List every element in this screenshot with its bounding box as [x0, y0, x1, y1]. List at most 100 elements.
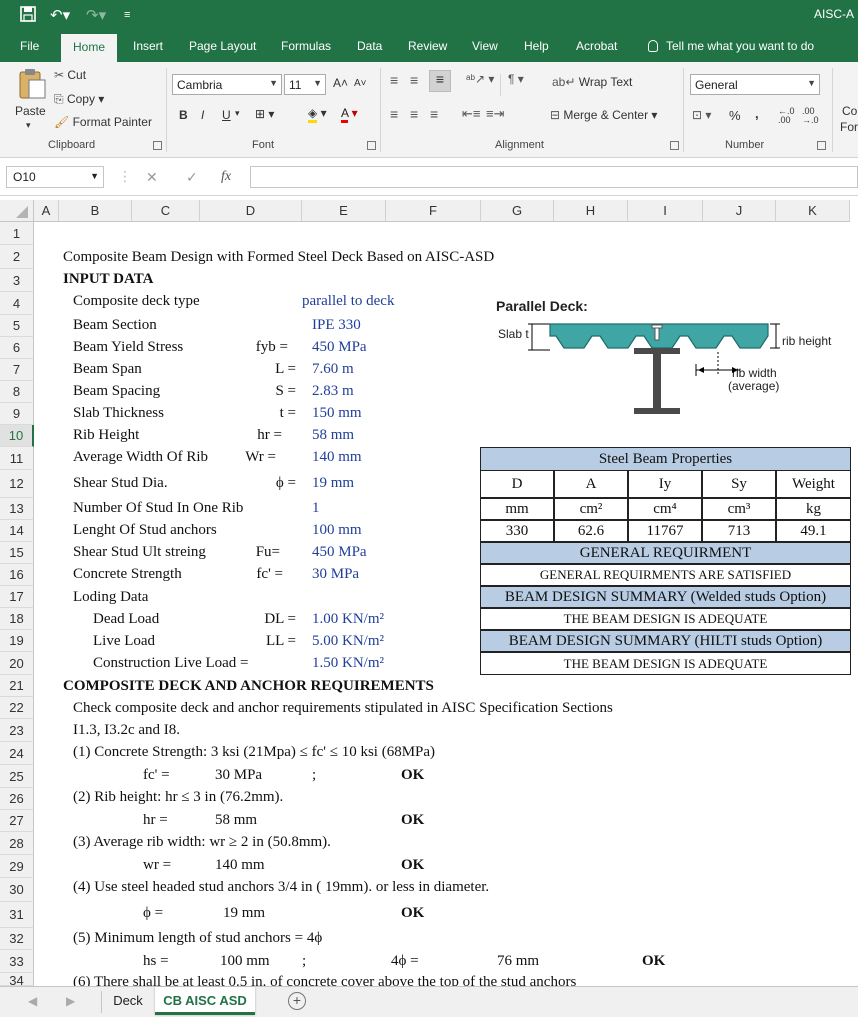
input-value[interactable]: 58 mm: [312, 427, 354, 444]
property-header[interactable]: Sy: [702, 470, 776, 498]
font-name-select[interactable]: Cambria ▼: [172, 74, 282, 95]
requirement-2[interactable]: (2) Rib height: hr ≤ 3 in (76.2mm).: [73, 789, 283, 806]
input-label[interactable]: Beam Section: [73, 317, 157, 334]
property-value[interactable]: 11767: [628, 520, 702, 542]
tell-me-search[interactable]: Tell me what you want to do: [648, 39, 814, 53]
input-value[interactable]: IPE 330: [312, 317, 361, 334]
conditional-formatting-label[interactable]: Co: [842, 104, 857, 118]
row-header-28[interactable]: 28: [0, 832, 34, 855]
sheet-title[interactable]: Composite Beam Design with Formed Steel …: [63, 249, 494, 266]
req3-status[interactable]: OK: [401, 857, 424, 874]
req3-symbol[interactable]: wr =: [143, 857, 171, 874]
row-header-19[interactable]: 19: [0, 630, 34, 652]
align-middle-icon[interactable]: ≡: [410, 72, 418, 88]
align-left-icon[interactable]: ≡: [390, 106, 398, 122]
row-header-23[interactable]: 23: [0, 719, 34, 742]
req5-symbol[interactable]: hs =: [143, 953, 169, 970]
insert-function-icon[interactable]: fx: [221, 169, 231, 185]
row-header-5[interactable]: 5: [0, 315, 34, 337]
input-label[interactable]: Lenght Of Stud anchors: [73, 522, 217, 539]
row-header-9[interactable]: 9: [0, 403, 34, 425]
input-value[interactable]: 150 mm: [312, 405, 362, 422]
tab-data[interactable]: Data: [357, 39, 382, 53]
req4-symbol[interactable]: ϕ =: [143, 905, 163, 922]
input-value[interactable]: 450 MPa: [312, 544, 367, 561]
row-header-20[interactable]: 20: [0, 652, 34, 675]
welded-summary-title[interactable]: BEAM DESIGN SUMMARY (Welded studs Option…: [480, 586, 851, 608]
req1-separator[interactable]: ;: [312, 767, 316, 784]
row-header-25[interactable]: 25: [0, 765, 34, 788]
column-header-j[interactable]: J: [703, 200, 776, 222]
text-direction-icon[interactable]: ¶ ▾: [508, 72, 524, 86]
check-text-line2[interactable]: I1.3, I3.2c and I8.: [73, 722, 180, 739]
input-label[interactable]: Shear Stud Dia.: [73, 475, 168, 492]
font-color-icon[interactable]: A ▾: [341, 106, 358, 123]
copy-button[interactable]: ⎘ Copy ▾: [54, 92, 104, 107]
customize-toolbar-icon[interactable]: ≡: [124, 9, 130, 21]
input-value[interactable]: 19 mm: [312, 475, 354, 492]
requirement-4[interactable]: (4) Use steel headed stud anchors 3/4 in…: [73, 879, 489, 896]
load-value[interactable]: 1.50 KN/m²: [312, 655, 384, 672]
decrease-decimal-icon[interactable]: .00 →.0: [802, 107, 819, 125]
welded-summary-status[interactable]: THE BEAM DESIGN IS ADEQUATE: [480, 608, 851, 630]
input-label[interactable]: Rib Height: [73, 427, 139, 444]
fill-color-icon[interactable]: ◈ ▾: [308, 106, 327, 123]
sheet-tab-cb-aisc-asd[interactable]: CB AISC ASD: [155, 987, 255, 1015]
input-value[interactable]: 7.60 m: [312, 361, 354, 378]
column-header-b[interactable]: B: [59, 200, 132, 222]
properties-title[interactable]: Steel Beam Properties: [480, 447, 851, 471]
general-requirement-title[interactable]: GENERAL REQUIRMENT: [480, 542, 851, 564]
row-header-18[interactable]: 18: [0, 608, 34, 630]
req5-value-2[interactable]: 76 mm: [497, 953, 539, 970]
input-label[interactable]: Beam Yield Stress: [73, 339, 183, 356]
increase-font-icon[interactable]: A˄: [333, 76, 348, 90]
deck-requirements-header[interactable]: COMPOSITE DECK AND ANCHOR REQUIREMENTS: [63, 678, 434, 695]
property-header[interactable]: Weight: [776, 470, 851, 498]
input-label[interactable]: Shear Stud Ult streing: [73, 544, 206, 561]
row-header-12[interactable]: 12: [0, 470, 34, 498]
add-sheet-icon[interactable]: +: [288, 992, 306, 1010]
row-header-27[interactable]: 27: [0, 810, 34, 832]
input-label[interactable]: Composite deck type: [73, 293, 200, 310]
load-label[interactable]: Dead Load: [93, 611, 159, 628]
column-header-h[interactable]: H: [554, 200, 628, 222]
row-header-17[interactable]: 17: [0, 586, 34, 608]
req3-value[interactable]: 140 mm: [215, 857, 265, 874]
accounting-format-icon[interactable]: ⊡ ▾: [692, 108, 711, 122]
merge-center-button[interactable]: ⊟ Merge & Center ▾: [550, 108, 657, 122]
input-value[interactable]: 450 MPa: [312, 339, 367, 356]
underline-button[interactable]: U: [222, 108, 231, 122]
load-label[interactable]: Live Load: [93, 633, 155, 650]
req5-separator[interactable]: ;: [302, 953, 306, 970]
row-header-16[interactable]: 16: [0, 564, 34, 586]
undo-icon[interactable]: ↶▾: [50, 6, 70, 24]
decrease-indent-icon[interactable]: ⇤≡: [462, 106, 480, 122]
input-label[interactable]: Concrete Strength: [73, 566, 182, 583]
paste-button[interactable]: Paste ▾: [12, 68, 50, 132]
row-header-32[interactable]: 32: [0, 928, 34, 950]
column-header-f[interactable]: F: [386, 200, 481, 222]
row-header-2[interactable]: 2: [0, 245, 34, 269]
req2-status[interactable]: OK: [401, 812, 424, 829]
tab-help[interactable]: Help: [524, 39, 549, 53]
row-header-13[interactable]: 13: [0, 498, 34, 520]
row-header-34[interactable]: 34: [0, 973, 34, 988]
font-launcher-icon[interactable]: [367, 141, 376, 150]
align-center-icon[interactable]: ≡: [410, 106, 418, 122]
enter-icon[interactable]: ✓: [186, 169, 198, 186]
clipboard-launcher-icon[interactable]: [153, 141, 162, 150]
wrap-text-button[interactable]: ab↵ Wrap Text: [552, 75, 632, 89]
load-symbol[interactable]: LL =: [266, 633, 296, 650]
req1-value[interactable]: 30 MPa: [215, 767, 262, 784]
req2-symbol[interactable]: hr =: [143, 812, 168, 829]
font-size-select[interactable]: 11 ▼: [284, 74, 326, 95]
column-header-k[interactable]: K: [776, 200, 850, 222]
load-symbol[interactable]: DL =: [264, 611, 296, 628]
load-value[interactable]: 1.00 KN/m²: [312, 611, 384, 628]
row-header-24[interactable]: 24: [0, 742, 34, 765]
borders-icon[interactable]: ⊞ ▾: [255, 107, 274, 121]
tab-acrobat[interactable]: Acrobat: [576, 39, 617, 53]
input-symbol[interactable]: L =: [275, 361, 296, 378]
increase-decimal-icon[interactable]: ←.0.00: [778, 107, 795, 125]
decrease-font-icon[interactable]: A˅: [354, 78, 367, 89]
